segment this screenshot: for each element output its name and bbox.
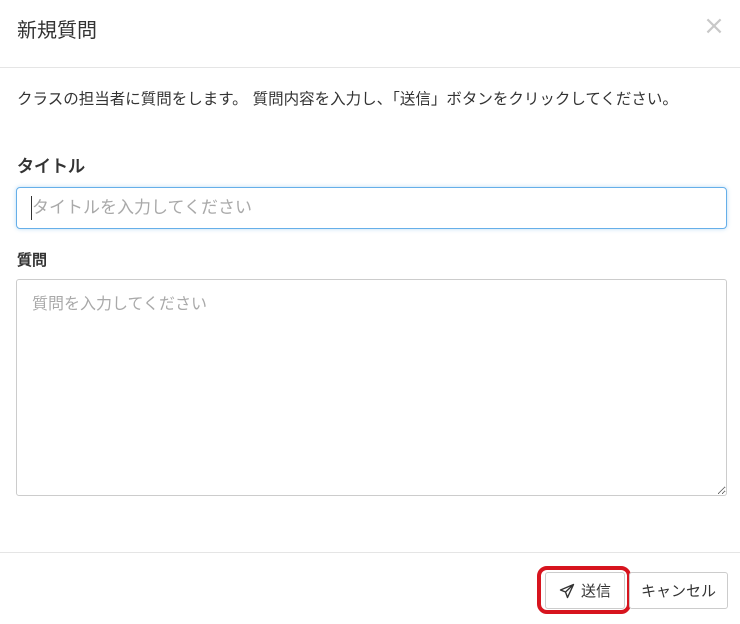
question-textarea[interactable] (16, 279, 727, 496)
text-cursor (31, 196, 32, 220)
new-question-dialog: 新規質問 × クラスの担当者に質問をします。 質問内容を入力し、「送信」ボタンを… (0, 0, 740, 624)
send-button[interactable]: 送信 (545, 572, 625, 609)
paper-plane-icon (559, 583, 575, 598)
title-input[interactable] (16, 187, 727, 229)
dialog-title: 新規質問 (17, 18, 97, 42)
close-button[interactable]: × (702, 12, 726, 42)
dialog-header: 新規質問 × (0, 0, 740, 68)
cancel-button-label: キャンセル (640, 582, 716, 600)
cancel-button[interactable]: キャンセル (629, 572, 728, 609)
dialog-description: クラスの担当者に質問をします。 質問内容を入力し、「送信」ボタンをクリックしてく… (17, 90, 678, 108)
title-label: タイトル (17, 157, 85, 177)
question-label: 質問 (17, 251, 48, 269)
send-button-label: 送信 (580, 582, 611, 600)
